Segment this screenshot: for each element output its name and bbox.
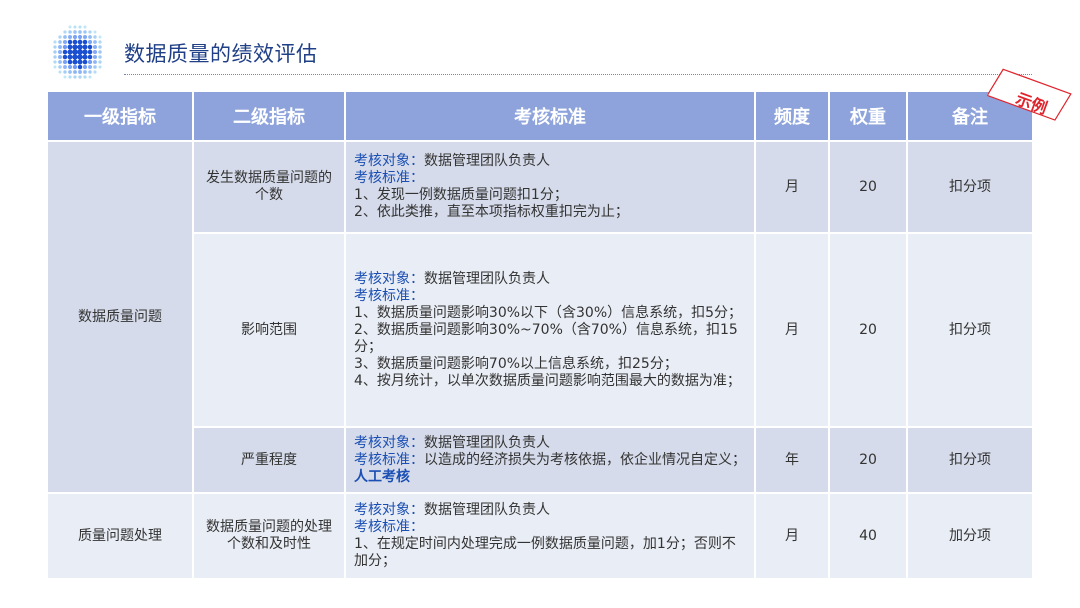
criteria-line: 1、在规定时间内处理完成一例数据质量问题，加1分；否则不加分； bbox=[354, 536, 736, 569]
header-frequency: 频度 bbox=[754, 90, 830, 142]
object-label: 考核对象： bbox=[354, 502, 424, 518]
level2-cell: 严重程度 bbox=[192, 426, 346, 494]
header-criteria: 考核标准 bbox=[344, 90, 756, 142]
table-row: 数据质量问题 发生数据质量问题的个数 考核对象：数据管理团队负责人 考核标准： … bbox=[46, 140, 1034, 494]
weight-cell: 20 bbox=[828, 426, 908, 494]
note-cell: 加分项 bbox=[906, 492, 1034, 580]
level2-cell: 数据质量问题的处理个数和及时性 bbox=[192, 492, 346, 580]
criteria-text: 以造成的经济损失为考核依据，依企业情况自定义； bbox=[424, 451, 746, 468]
logo-icon bbox=[53, 25, 102, 79]
criteria-cell: 考核对象：数据管理团队负责人 考核标准： 1、在规定时间内处理完成一例数据质量问… bbox=[344, 492, 756, 580]
frequency-cell: 月 bbox=[754, 492, 830, 580]
criteria-cell: 考核对象：数据管理团队负责人 考核标准： 1、数据质量问题影响30%以下（含30… bbox=[344, 232, 756, 428]
object-value: 数据管理团队负责人 bbox=[424, 502, 550, 518]
frequency-cell: 年 bbox=[754, 426, 830, 494]
level1-cell: 质量问题处理 bbox=[46, 492, 194, 580]
object-label: 考核对象： bbox=[354, 153, 424, 169]
weight-cell: 20 bbox=[828, 232, 908, 428]
note-cell: 扣分项 bbox=[906, 426, 1034, 494]
object-value: 数据管理团队负责人 bbox=[424, 270, 550, 287]
criteria-label: 考核标准： bbox=[354, 170, 424, 186]
criteria-emphasis: 人工考核 bbox=[354, 468, 410, 485]
criteria-label: 考核标准： bbox=[354, 451, 424, 468]
weight-cell: 20 bbox=[828, 140, 908, 234]
object-label: 考核对象： bbox=[354, 434, 424, 451]
header-level2: 二级指标 bbox=[192, 90, 346, 142]
level2-cell: 发生数据质量问题的个数 bbox=[192, 140, 346, 234]
criteria-cell: 考核对象：数据管理团队负责人 考核标准： 1、发现一例数据质量问题扣1分； 2、… bbox=[344, 140, 756, 234]
object-value: 数据管理团队负责人 bbox=[424, 434, 550, 451]
page-title: 数据质量的绩效评估 bbox=[124, 42, 318, 66]
criteria-line: 2、数据质量问题影响30%~70%（含70%）信息系统，扣15分； bbox=[354, 321, 738, 355]
object-value: 数据管理团队负责人 bbox=[424, 153, 550, 169]
criteria-line: 3、数据质量问题影响70%以上信息系统，扣25分； bbox=[354, 355, 678, 372]
weight-cell: 40 bbox=[828, 492, 908, 580]
header-level1: 一级指标 bbox=[46, 90, 194, 142]
performance-table: 一级指标 二级指标 考核标准 频度 权重 备注 数据质量问题 发生数据质量问题的… bbox=[46, 90, 1034, 580]
header-weight: 权重 bbox=[828, 90, 908, 142]
object-label: 考核对象： bbox=[354, 270, 424, 287]
table-row: 质量问题处理 数据质量问题的处理个数和及时性 考核对象：数据管理团队负责人 考核… bbox=[46, 492, 1034, 580]
note-cell: 扣分项 bbox=[906, 232, 1034, 428]
level2-cell: 影响范围 bbox=[192, 232, 346, 428]
criteria-label: 考核标准： bbox=[354, 287, 424, 304]
table-row: 影响范围 考核对象：数据管理团队负责人 考核标准： 1、数据质量问题影响30%以… bbox=[47, 232, 1034, 428]
criteria-cell: 考核对象：数据管理团队负责人 考核标准：以造成的经济损失为考核依据，依企业情况自… bbox=[344, 426, 756, 494]
frequency-cell: 月 bbox=[754, 232, 830, 428]
table-row: 严重程度 考核对象：数据管理团队负责人 考核标准：以造成的经济损失为考核依据，依… bbox=[47, 426, 1034, 494]
criteria-line: 1、数据质量问题影响30%以下（含30%）信息系统，扣5分； bbox=[354, 304, 743, 321]
frequency-cell: 月 bbox=[754, 140, 830, 234]
level1-cell: 数据质量问题 bbox=[46, 140, 194, 494]
table-header-row: 一级指标 二级指标 考核标准 频度 权重 备注 bbox=[46, 90, 1034, 142]
criteria-line: 4、按月统计，以单次数据质量问题影响范围最大的数据为准； bbox=[354, 372, 741, 389]
criteria-line: 1、发现一例数据质量问题扣1分； bbox=[354, 187, 568, 203]
note-cell: 扣分项 bbox=[906, 140, 1034, 234]
criteria-label: 考核标准： bbox=[354, 519, 424, 535]
title-divider bbox=[124, 74, 1032, 75]
criteria-line: 2、依此类推，直至本项指标权重扣完为止； bbox=[354, 204, 629, 220]
